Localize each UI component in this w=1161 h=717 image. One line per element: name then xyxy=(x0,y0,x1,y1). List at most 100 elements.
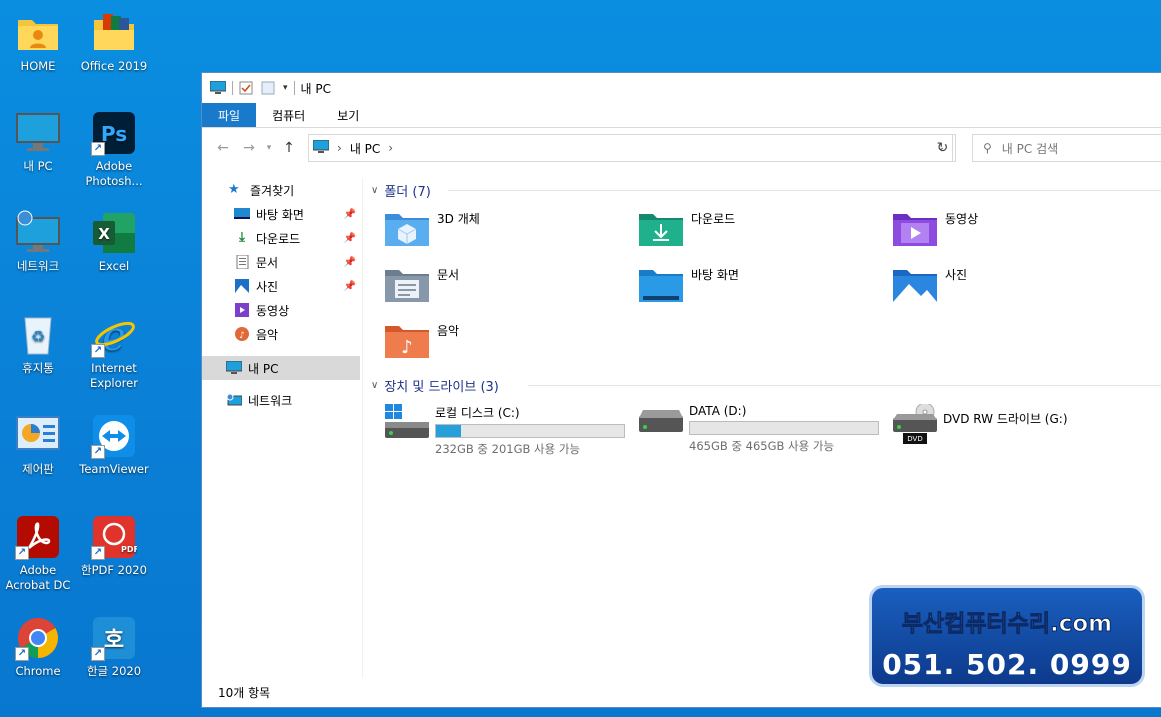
desktop-icon-label: Adobe Acrobat DC xyxy=(5,563,71,592)
refresh-icon[interactable]: ↻ xyxy=(930,134,956,162)
drive-d[interactable]: DATA (D:) 465GB 중 465GB 사용 가능 xyxy=(639,404,879,454)
desktop-icon-label: Office 2019 xyxy=(80,59,148,73)
desktop-icon-hanpdf[interactable]: PDF ↗ 한PDF 2020 xyxy=(78,514,150,578)
search-placeholder: 내 PC 검색 xyxy=(1001,141,1059,156)
back-arrow-icon[interactable]: ← xyxy=(210,140,236,156)
sidebar-item-pictures[interactable]: 사진 📌 xyxy=(202,274,360,298)
desktop-icon-internet-explorer[interactable]: e ↗ Internet Explorer xyxy=(78,312,150,391)
this-pc-icon xyxy=(312,139,330,157)
forward-arrow-icon[interactable]: → xyxy=(236,140,262,156)
tab-file[interactable]: 파일 xyxy=(202,103,257,127)
folder-desktop[interactable]: 바탕 화면 xyxy=(639,266,739,302)
group-header-folders[interactable]: ∨ 폴더 (7) xyxy=(371,180,431,200)
sidebar-item-desktop[interactable]: 바탕 화면 📌 xyxy=(202,202,360,226)
drive-info: DATA (D:) 465GB 중 465GB 사용 가능 xyxy=(689,404,879,454)
desktop-folder-icon xyxy=(639,266,683,302)
svg-text:PDF: PDF xyxy=(121,545,137,554)
dvd-drive-icon: DVD xyxy=(893,402,937,444)
windows-drive-icon xyxy=(385,404,429,444)
desktop-icon-teamviewer[interactable]: ↗ TeamViewer xyxy=(78,413,150,477)
desktop-icon-label: 한글 2020 xyxy=(86,664,142,678)
address-bar[interactable]: › 내 PC › ⌄ xyxy=(308,134,953,162)
sidebar-item-videos[interactable]: 동영상 xyxy=(202,298,360,322)
folder-label: 동영상 xyxy=(945,212,979,226)
folder-videos[interactable]: 동영상 xyxy=(893,210,978,246)
teamviewer-icon: ↗ xyxy=(91,413,137,459)
desktop-icon-network[interactable]: 네트워크 xyxy=(2,210,74,274)
shortcut-arrow-icon: ↗ xyxy=(91,445,105,459)
desktop-icon-office-2019[interactable]: Office 2019 xyxy=(78,10,150,74)
desktop-icon-control-panel[interactable]: 제어판 xyxy=(2,413,74,477)
pin-icon[interactable]: 📌 xyxy=(344,209,356,220)
desktop-icon-recycle-bin[interactable]: ♻ 휴지통 xyxy=(2,312,74,376)
hard-drive-icon xyxy=(639,404,683,444)
sidebar-item-downloads[interactable]: ⤓ 다운로드 📌 xyxy=(202,226,360,250)
desktop-icon-photoshop[interactable]: Ps ↗ Adobe Photosh... xyxy=(78,110,150,189)
3d-objects-folder-icon xyxy=(385,210,429,246)
folder-pictures[interactable]: 사진 xyxy=(893,266,967,302)
desktop-icon-chrome[interactable]: ↗ Chrome xyxy=(2,615,74,679)
desktop-icon-label: 제어판 xyxy=(22,462,54,476)
internet-explorer-icon: e ↗ xyxy=(91,312,137,360)
pin-icon[interactable]: 📌 xyxy=(344,233,356,244)
customize-toolbar-chevron-icon[interactable]: ▾ xyxy=(283,83,288,93)
downloads-folder-icon xyxy=(639,210,683,246)
svg-text:e: e xyxy=(102,314,126,358)
desktop-icon-this-pc[interactable]: 내 PC xyxy=(2,110,74,174)
this-pc-icon xyxy=(209,80,227,95)
shortcut-arrow-icon: ↗ xyxy=(91,647,105,661)
folder-label: 음악 xyxy=(437,324,460,338)
documents-folder-icon xyxy=(385,266,429,302)
breadcrumb-chevron-icon[interactable]: › xyxy=(337,141,342,155)
desktop-icon-label: Chrome xyxy=(15,664,61,678)
properties-icon[interactable] xyxy=(239,81,255,95)
breadcrumb-chevron-icon[interactable]: › xyxy=(388,141,393,155)
folder-documents[interactable]: 문서 xyxy=(385,266,459,302)
svg-text:♪: ♪ xyxy=(239,331,245,341)
sidebar-item-quick-access[interactable]: ★ 즐겨찾기 xyxy=(202,178,360,202)
search-input[interactable]: ⚲ 내 PC 검색 xyxy=(972,134,1161,162)
recycle-bin-icon: ♻ xyxy=(15,312,61,358)
sidebar-item-network[interactable]: 네트워크 xyxy=(202,388,360,412)
navigation-pane: ★ 즐겨찾기 바탕 화면 📌 ⤓ 다운로드 📌 문서 📌 사진 📌 동영상 ♪ … xyxy=(202,178,360,678)
recent-chevron-down-icon[interactable]: ▾ xyxy=(262,143,276,153)
shortcut-arrow-icon: ↗ xyxy=(15,546,29,560)
sidebar-item-this-pc[interactable]: 내 PC xyxy=(202,356,360,380)
search-icon: ⚲ xyxy=(983,141,992,155)
pictures-icon xyxy=(234,279,250,293)
drive-g[interactable]: DVD DVD RW 드라이브 (G:) xyxy=(893,402,1068,444)
promo-banner: 부산컴퓨터수리.com 051. 502. 0999 xyxy=(869,585,1145,687)
desktop-icon-acrobat[interactable]: ↗ Adobe Acrobat DC xyxy=(2,514,74,593)
shortcut-arrow-icon: ↗ xyxy=(91,344,105,358)
sidebar-item-label: 다운로드 xyxy=(256,231,301,246)
separator xyxy=(232,81,233,95)
status-bar-item-count: 10개 항목 xyxy=(218,686,271,700)
separator xyxy=(293,81,295,95)
tab-computer[interactable]: 컴퓨터 xyxy=(256,103,321,127)
desktop-icon-label: Adobe Photosh... xyxy=(85,159,143,188)
sidebar-item-documents[interactable]: 문서 📌 xyxy=(202,250,360,274)
up-arrow-icon[interactable]: ↑ xyxy=(276,140,302,156)
breadcrumb-this-pc[interactable]: 내 PC xyxy=(350,140,380,157)
group-header-drives[interactable]: ∨ 장치 및 드라이브 (3) xyxy=(371,375,499,395)
dvd-badge: DVD xyxy=(907,435,922,443)
folder-downloads[interactable]: 다운로드 xyxy=(639,210,735,246)
folder-3d-objects[interactable]: 3D 개체 xyxy=(385,210,480,246)
tab-view[interactable]: 보기 xyxy=(321,103,375,127)
desktop-icon-home[interactable]: HOME xyxy=(2,10,74,74)
home-folder-icon xyxy=(15,10,61,56)
new-folder-icon[interactable] xyxy=(261,81,277,95)
acrobat-icon: ↗ xyxy=(15,514,61,560)
desktop-icon-hangul[interactable]: 호 ↗ 한글 2020 xyxy=(78,615,150,679)
desktop-icon-excel[interactable]: X Excel xyxy=(78,210,150,274)
drive-label: 로컬 디스크 (C:) xyxy=(435,406,520,420)
folder-music[interactable]: ♪ 음악 xyxy=(385,322,459,358)
folder-label: 3D 개체 xyxy=(437,212,480,226)
drive-c[interactable]: 로컬 디스크 (C:) 232GB 중 201GB 사용 가능 xyxy=(385,404,625,457)
sidebar-item-music[interactable]: ♪ 음악 xyxy=(202,322,360,346)
pin-icon[interactable]: 📌 xyxy=(344,257,356,268)
desktop-icon-label: TeamViewer xyxy=(79,462,149,476)
pin-icon[interactable]: 📌 xyxy=(344,281,356,292)
svg-text:호: 호 xyxy=(104,628,124,653)
